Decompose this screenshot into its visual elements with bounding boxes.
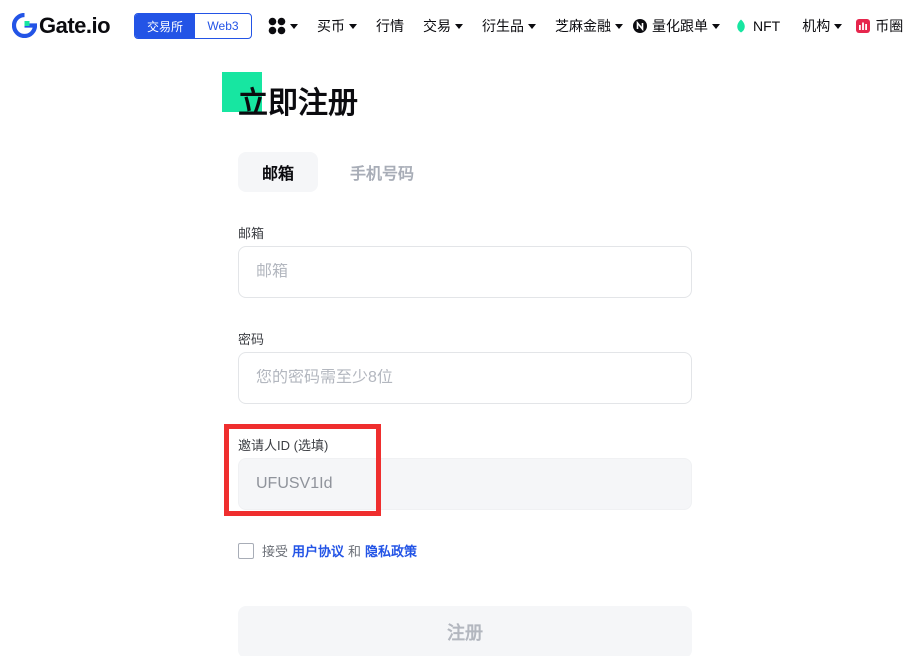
nav-quant-copy[interactable]: 量化跟单 (633, 16, 720, 36)
agreement-and: 和 (348, 544, 362, 559)
nav-buy-crypto[interactable]: 买币 (317, 16, 357, 36)
referral-highlight-box (224, 424, 381, 516)
nav-label: NFT (753, 18, 781, 34)
register-button[interactable]: 注册 (238, 606, 692, 656)
nav-finance[interactable]: 芝麻金融 (555, 16, 623, 36)
nav-derivatives[interactable]: 衍生品 (482, 16, 536, 36)
password-input[interactable] (256, 369, 691, 387)
email-field-box (238, 246, 692, 298)
chevron-down-icon (712, 23, 720, 29)
privacy-link[interactable]: 隐私政策 (365, 541, 417, 560)
market-switch: 交易所 Web3 (134, 13, 252, 39)
quant-n-icon (633, 19, 647, 33)
tab-email[interactable]: 邮箱 (238, 152, 318, 192)
gate-logo-icon (12, 13, 37, 38)
switch-web3[interactable]: Web3 (195, 14, 251, 38)
top-nav: Gate.io 交易所 Web3 买币 行情 交易 衍生品 芝麻金融 量化跟单 … (0, 0, 907, 52)
password-field-box (238, 352, 692, 404)
nav-label: 芝麻金融 (555, 18, 611, 34)
chart-bars-icon (856, 19, 871, 33)
nav-crypto-circle[interactable]: 币圈 (856, 16, 903, 36)
nav-trade[interactable]: 交易 (423, 16, 463, 36)
agreement-checkbox[interactable] (238, 542, 254, 559)
agreement-prefix: 接受 (262, 544, 289, 559)
nav-label: 行情 (376, 18, 404, 34)
chevron-down-icon (455, 23, 463, 29)
chevron-down-icon (349, 23, 357, 29)
chevron-down-icon (834, 23, 843, 29)
tab-phone[interactable]: 手机号码 (330, 152, 434, 192)
nav-label: 币圈 (875, 18, 904, 34)
nav-label: 量化跟单 (652, 18, 708, 34)
apps-menu-button[interactable] (268, 17, 298, 35)
nav-nft[interactable]: NFT (734, 18, 780, 34)
chevron-down-icon (290, 23, 298, 29)
nav-label: 交易 (423, 18, 451, 34)
page-title: 立即注册 (238, 87, 358, 120)
switch-exchange[interactable]: 交易所 (135, 14, 195, 38)
apps-grid-icon (268, 17, 286, 35)
nav-label: 衍生品 (482, 18, 524, 34)
nav-markets[interactable]: 行情 (376, 16, 404, 36)
brand-name: Gate.io (39, 13, 111, 38)
email-input[interactable] (256, 263, 691, 281)
agreement-row: 接受 用户协议 和 隐私政策 (238, 541, 421, 560)
email-label: 邮箱 (238, 226, 265, 241)
nav-label: 机构 (802, 18, 831, 34)
terms-link[interactable]: 用户协议 (292, 541, 344, 560)
chevron-down-icon (528, 23, 536, 29)
main-nav: 买币 行情 交易 衍生品 芝麻金融 量化跟单 NFT 机构 币圈 (317, 0, 903, 52)
brand-logo[interactable]: Gate.io (12, 13, 111, 38)
nft-leaf-icon (737, 19, 745, 33)
nav-label: 买币 (317, 18, 345, 34)
password-label: 密码 (238, 332, 265, 347)
nav-institutional[interactable]: 机构 (802, 16, 843, 36)
chevron-down-icon (615, 23, 623, 29)
